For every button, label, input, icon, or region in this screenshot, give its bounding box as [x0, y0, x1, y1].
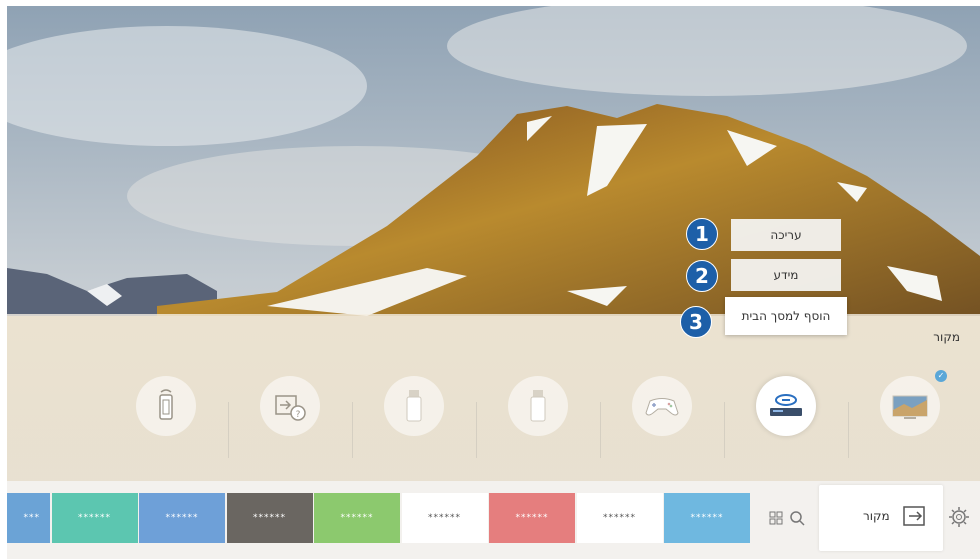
source-help-icon: ?	[275, 395, 306, 421]
app-tile[interactable]: ******	[401, 493, 488, 543]
remote-icon	[159, 389, 173, 420]
menu-item-info-label: מידע	[773, 268, 799, 282]
app-tile[interactable]: ******	[489, 493, 575, 543]
tv-icon	[892, 395, 928, 419]
app-tile[interactable]: ***	[7, 493, 50, 543]
app-tile[interactable]: ******	[314, 493, 400, 543]
source-item-usb-1[interactable]	[353, 366, 477, 461]
source-input-icon	[903, 506, 925, 526]
check-icon: ✓	[935, 370, 947, 382]
app-tile[interactable]: ******	[226, 493, 313, 543]
callout-badge-2: 2	[686, 260, 718, 292]
source-item-tv[interactable]: ✓	[849, 366, 973, 461]
menu-item-edit[interactable]: עריכה	[731, 219, 841, 251]
gamepad-icon	[645, 398, 679, 416]
sources-panel: מקור ? ✓	[7, 314, 980, 481]
callout-badge-3: 3	[680, 306, 712, 338]
gear-icon[interactable]	[948, 506, 970, 528]
menu-item-add-to-home[interactable]: הוסף למסך הבית	[725, 297, 847, 335]
callout-badge-1: 1	[686, 218, 718, 250]
menu-item-edit-label: עריכה	[770, 228, 802, 242]
source-button[interactable]: מקור	[819, 485, 943, 551]
app-tile[interactable]: ******	[664, 493, 750, 543]
usb-icon	[406, 390, 422, 422]
app-tile[interactable]: ******	[51, 493, 138, 543]
tv-screen: מקור ? ✓ *** ****** ****** ****** ******…	[7, 6, 980, 559]
apps-search-group[interactable]	[764, 493, 814, 543]
svg-text:?: ?	[296, 410, 301, 420]
app-tile[interactable]: ******	[576, 493, 663, 543]
bottom-bar: *** ****** ****** ****** ****** ****** ****** *…	[7, 481, 980, 559]
usb-icon	[530, 390, 546, 422]
source-item-gamepad[interactable]	[601, 366, 725, 461]
source-button-label: מקור	[863, 509, 890, 523]
bluray-player-icon	[770, 394, 802, 416]
source-item-usb-2[interactable]	[477, 366, 601, 461]
apps-icon[interactable]	[769, 511, 783, 525]
source-item-bluray[interactable]	[725, 366, 849, 461]
search-icon[interactable]	[790, 511, 805, 526]
menu-item-info[interactable]: מידע	[731, 259, 841, 291]
source-item-source-help[interactable]: ?	[229, 366, 353, 461]
menu-item-add-to-home-label: הוסף למסך הבית	[741, 309, 831, 323]
section-title: מקור	[933, 330, 960, 344]
app-tile[interactable]: ******	[139, 493, 225, 543]
source-list: ? ✓	[7, 354, 980, 458]
source-item-remote[interactable]	[105, 366, 229, 461]
